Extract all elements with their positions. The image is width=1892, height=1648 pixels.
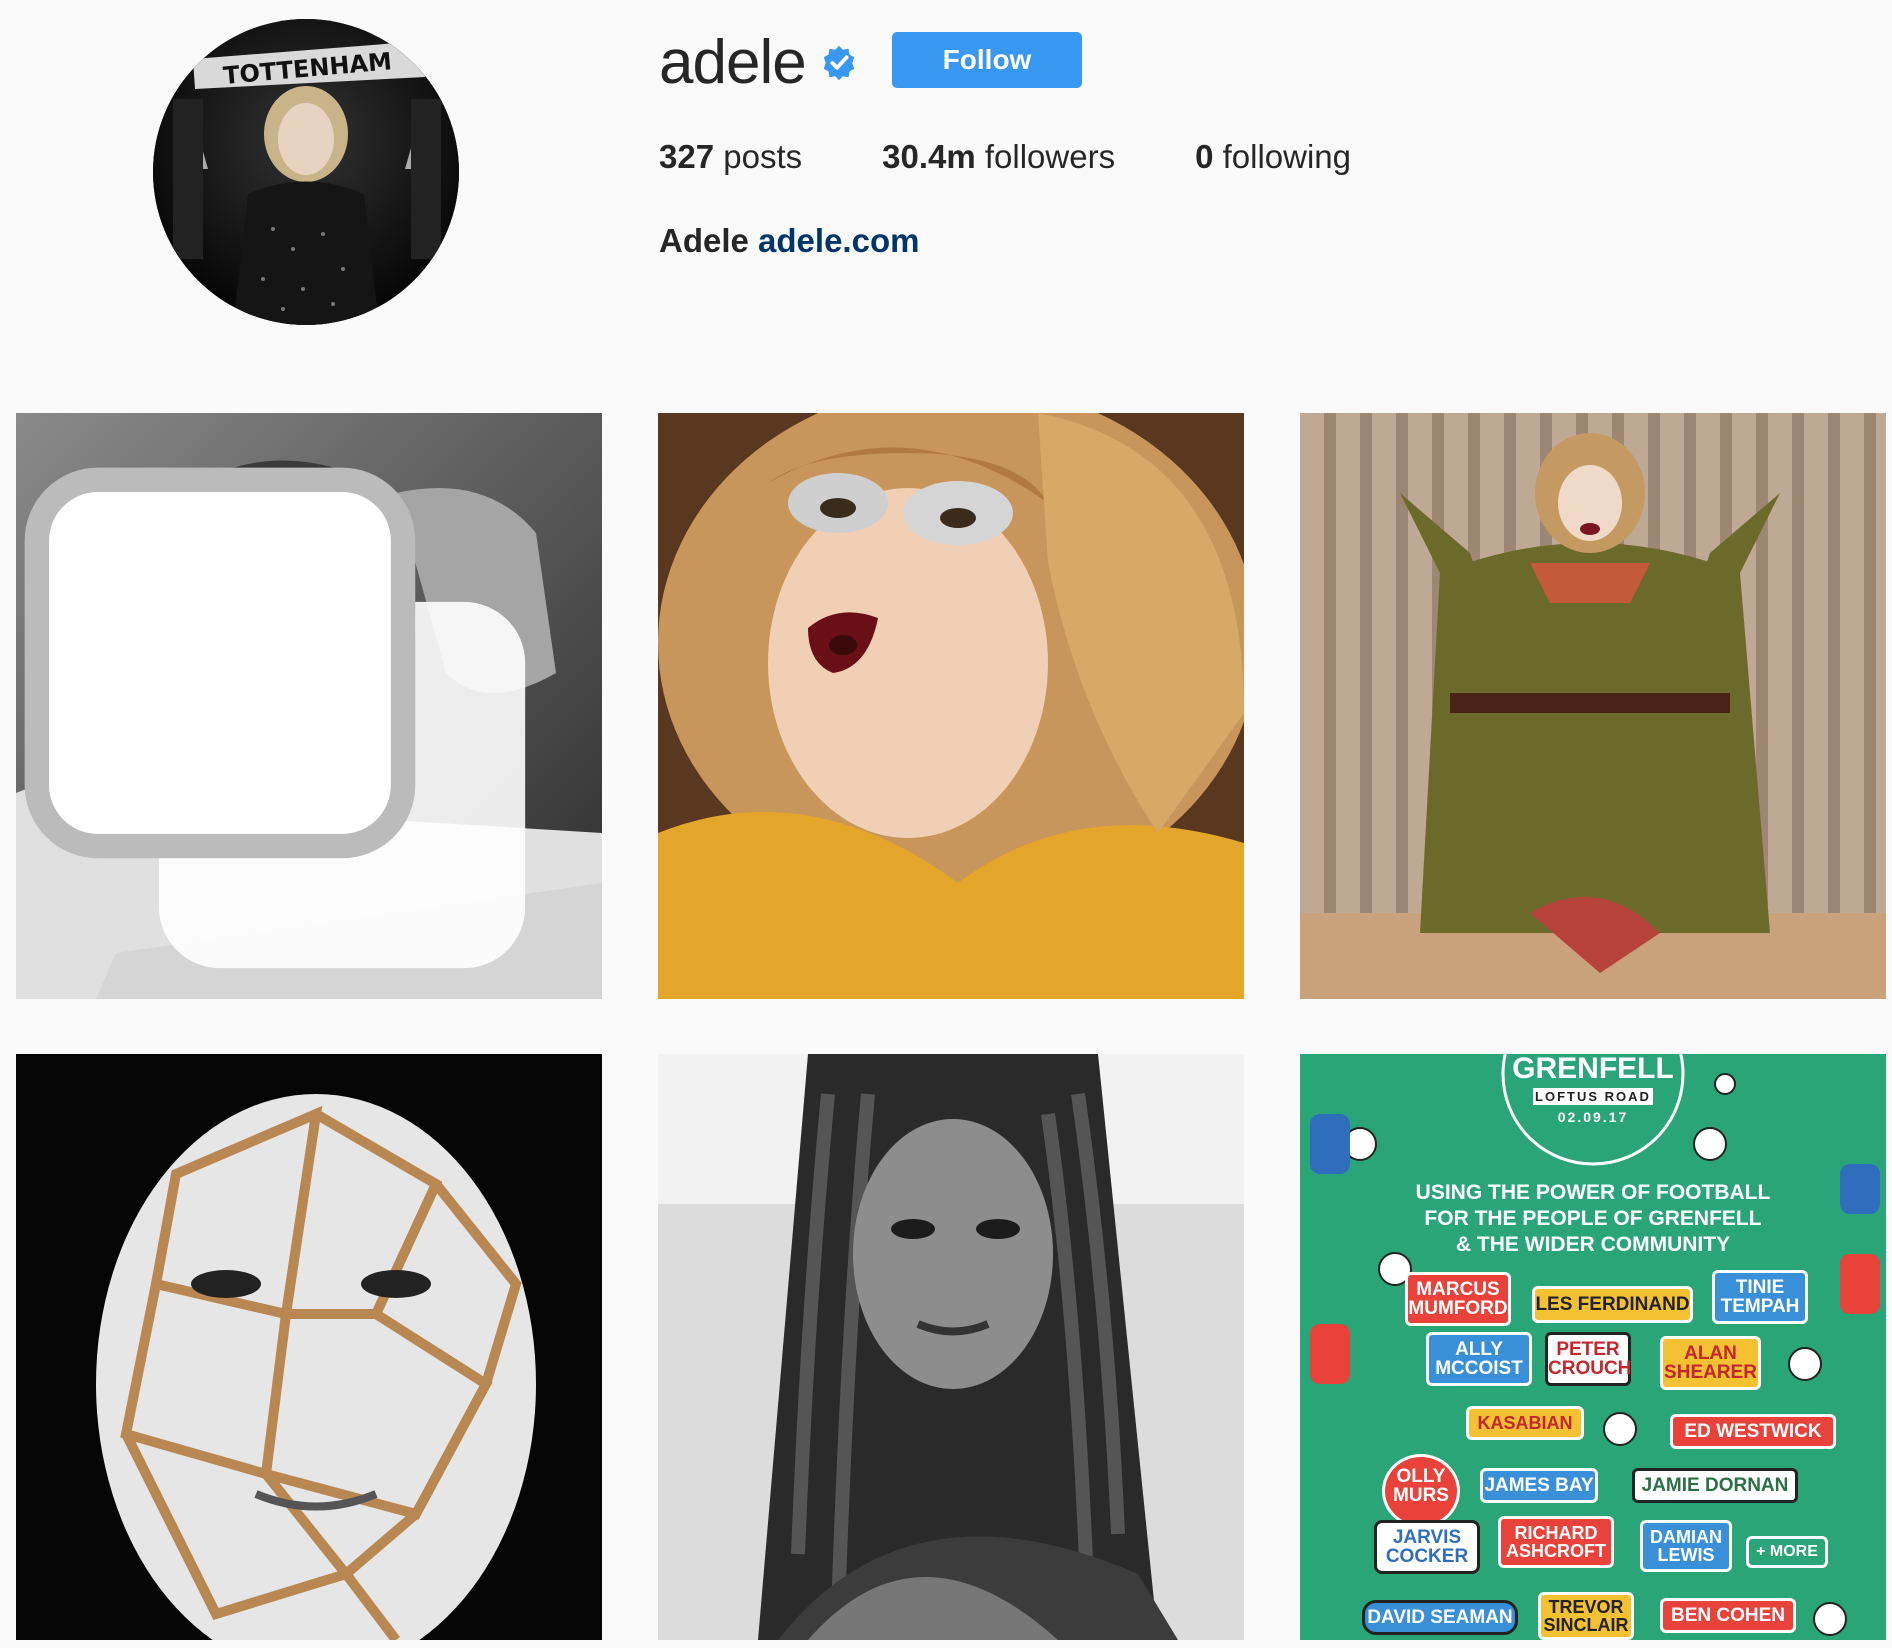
website-link[interactable]: adele.com [758, 222, 919, 259]
post-tile-5[interactable] [658, 1054, 1244, 1640]
following-label: following [1222, 138, 1352, 175]
post-image-4 [16, 1054, 602, 1640]
posts-label: posts [723, 138, 803, 175]
followers-label: followers [984, 138, 1116, 175]
verified-badge-icon [823, 45, 854, 81]
following-stat[interactable]: 0 following [1195, 138, 1351, 176]
profile-bio: Adele adele.com [659, 222, 919, 260]
post-image-5 [658, 1054, 1244, 1640]
multiple-photos-icon [24, 467, 526, 969]
post-tile-3[interactable] [1300, 413, 1886, 999]
post-tile-2[interactable] [658, 413, 1244, 999]
posts-stat: 327 posts [659, 138, 802, 176]
post-image-3 [1300, 413, 1886, 999]
follow-button[interactable]: Follow [892, 32, 1082, 88]
post-image-2 [658, 413, 1244, 999]
username: adele [659, 28, 807, 97]
post-tile-1[interactable] [16, 413, 602, 999]
full-name: Adele [659, 222, 749, 259]
profile-stats: 327 posts 30.4m followers 0 following [659, 138, 1431, 176]
profile-header: TOTTENHAM adele Follow 327 posts 30.4m f… [0, 0, 1892, 380]
followers-stat[interactable]: 30.4m followers [882, 138, 1115, 176]
post-tile-6[interactable]: GRENFELL LOFTUS ROAD 02.09.17 USING THE … [1300, 1054, 1886, 1640]
followers-count: 30.4m [882, 138, 976, 175]
post-tile-4[interactable] [16, 1054, 602, 1640]
username-row: adele [659, 28, 858, 98]
following-count: 0 [1195, 138, 1214, 175]
posts-count: 327 [659, 138, 715, 175]
profile-avatar[interactable]: TOTTENHAM [153, 19, 459, 325]
post-image-6 [1300, 1054, 1886, 1640]
